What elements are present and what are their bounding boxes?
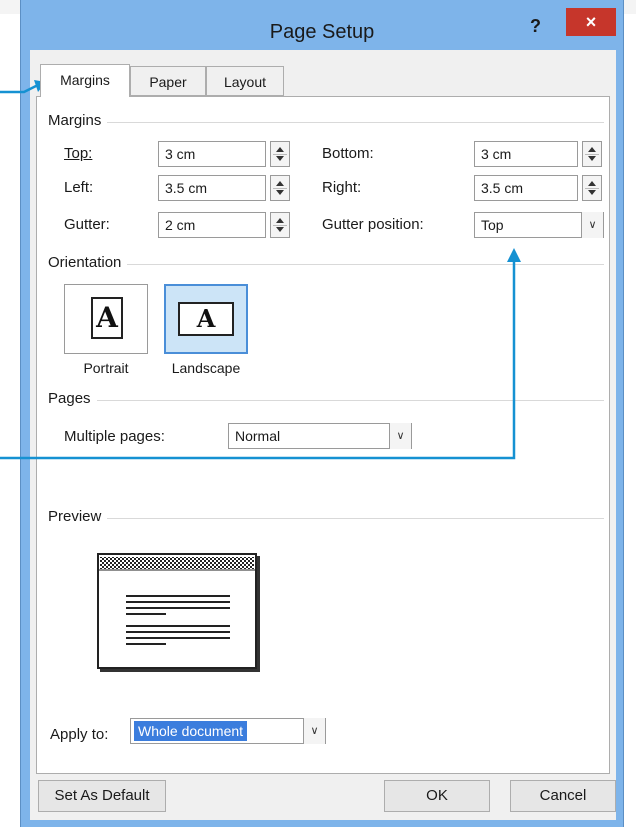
top-margin-spinner[interactable] <box>270 141 290 167</box>
tab-layout[interactable]: Layout <box>206 66 284 96</box>
bottom-margin-label: Bottom: <box>322 145 374 162</box>
landscape-page-icon: A <box>178 302 234 336</box>
gutter-position-label-text: Gutter position: <box>322 216 424 233</box>
landscape-glyph: A <box>196 304 216 333</box>
chevron-down-icon[interactable]: ∨ <box>389 423 411 449</box>
left-margin-spinner[interactable] <box>270 175 290 201</box>
chevron-down-icon[interactable]: ∨ <box>581 212 603 238</box>
bottom-margin-spinner[interactable] <box>582 141 602 167</box>
landscape-label: Landscape <box>171 360 241 376</box>
apply-to-select[interactable]: Whole document ∨ <box>130 718 326 744</box>
portrait-option[interactable]: A <box>64 284 148 354</box>
portrait-glyph: A <box>96 301 118 334</box>
landscape-option[interactable]: A <box>164 284 248 354</box>
chevron-down-icon[interactable]: ∨ <box>303 718 325 744</box>
portrait-label: Portrait <box>83 360 129 376</box>
left-margin-label-text: Left: <box>64 179 94 196</box>
apply-to-value: Whole document <box>134 721 248 741</box>
top-margin-label: Top: <box>64 145 92 162</box>
help-button[interactable]: ? <box>530 16 541 37</box>
orientation-section-heading: Orientation <box>48 254 128 271</box>
tab-paper[interactable]: Paper <box>130 66 206 96</box>
right-margin-spinner[interactable] <box>582 175 602 201</box>
multiple-pages-label: Multiple pages: <box>64 428 165 445</box>
left-margin-label: Left: <box>64 179 93 196</box>
top-margin-input[interactable]: 3 cm <box>158 141 266 167</box>
multiple-pages-value: Normal <box>235 428 281 444</box>
tab-margins[interactable]: Margins <box>40 64 130 97</box>
right-margin-input[interactable]: 3.5 cm <box>474 175 578 201</box>
gutter-label: Gutter: <box>64 216 110 233</box>
pages-section-heading: Pages <box>48 390 97 407</box>
gutter-input[interactable]: 2 cm <box>158 212 266 238</box>
margins-section-divider <box>50 122 604 123</box>
tab-margins-label: Margins <box>60 72 110 88</box>
bottom-margin-label-text: Bottom: <box>322 145 374 162</box>
gutter-position-select[interactable]: Top ∨ <box>474 212 604 238</box>
tab-paper-label: Paper <box>149 74 187 90</box>
gutter-position-value: Top <box>481 217 504 233</box>
margins-section-heading: Margins <box>48 112 108 129</box>
orientation-section-divider <box>50 264 604 265</box>
close-button[interactable]: × <box>566 8 616 36</box>
preview-page <box>97 553 260 672</box>
apply-to-label: Apply to: <box>50 726 109 743</box>
preview-section-divider <box>50 518 604 519</box>
left-margin-input[interactable]: 3.5 cm <box>158 175 266 201</box>
close-icon: × <box>585 12 597 32</box>
multiple-pages-select[interactable]: Normal ∨ <box>228 423 412 449</box>
gutter-spinner[interactable] <box>270 212 290 238</box>
cancel-button[interactable]: Cancel <box>510 780 616 812</box>
right-margin-label-text: Right: <box>322 179 362 196</box>
preview-section-heading: Preview <box>48 508 108 525</box>
gutter-label-text: Gutter: <box>64 216 110 233</box>
ok-button[interactable]: OK <box>384 780 490 812</box>
set-as-default-button[interactable]: Set As Default <box>38 780 166 812</box>
gutter-hatch <box>100 557 254 569</box>
pages-section-divider <box>50 400 604 401</box>
tab-layout-label: Layout <box>223 74 267 90</box>
gutter-position-label: Gutter position: <box>322 216 424 233</box>
bottom-margin-input[interactable]: 3 cm <box>474 141 578 167</box>
portrait-page-icon: A <box>91 297 123 339</box>
right-margin-label: Right: <box>322 179 361 196</box>
top-margin-label-text: Top: <box>64 145 93 162</box>
